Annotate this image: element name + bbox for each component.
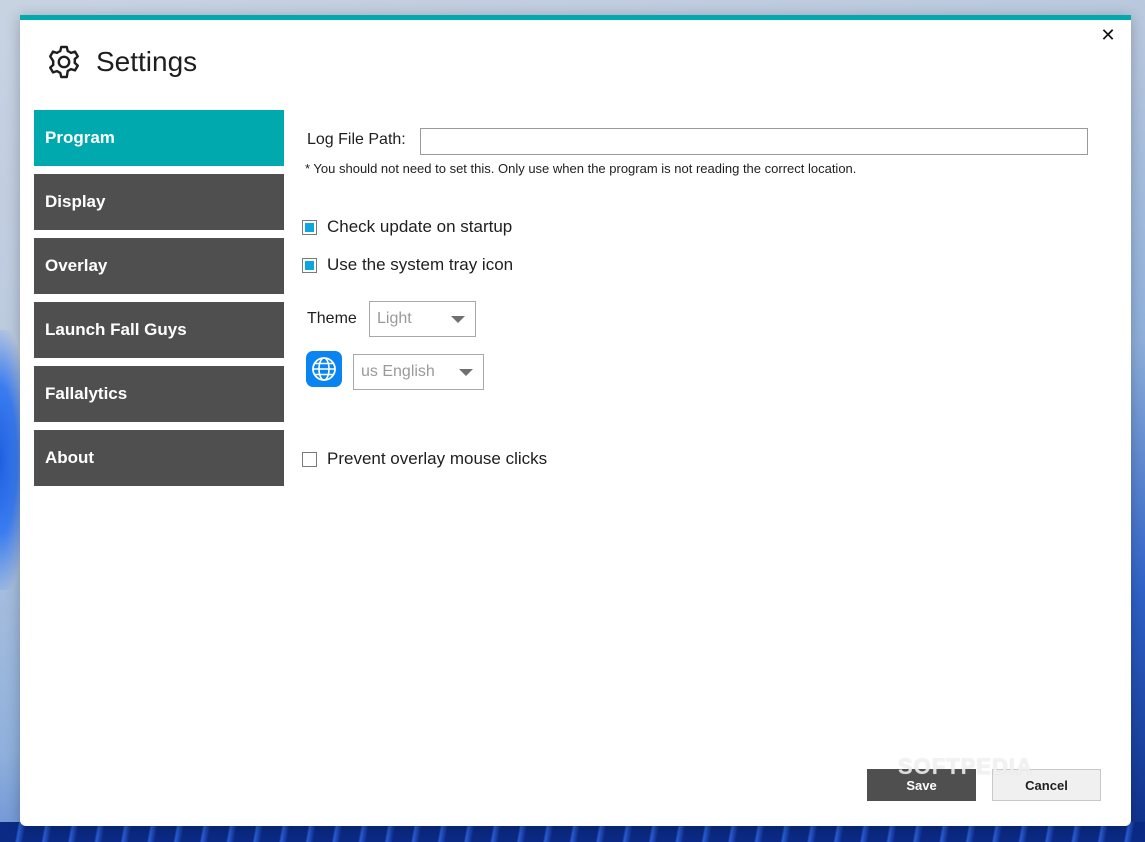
language-select-value: us English <box>361 363 435 380</box>
prevent-clicks-label[interactable]: Prevent overlay mouse clicks <box>327 449 547 469</box>
check-update-checkbox[interactable] <box>302 219 317 235</box>
chevron-down-icon <box>451 316 465 323</box>
chevron-down-icon <box>459 369 473 376</box>
sidebar-item-about[interactable]: About <box>34 430 284 486</box>
title-row: Settings <box>46 44 197 80</box>
check-update-row[interactable]: Check update on startup <box>302 217 512 237</box>
gear-icon <box>46 44 82 80</box>
settings-window: ✕ Settings Program Display Overlay Launc… <box>20 15 1131 826</box>
log-file-path-input[interactable] <box>420 128 1088 155</box>
language-select[interactable]: us English <box>353 354 484 390</box>
sidebar-item-program[interactable]: Program <box>34 110 284 166</box>
program-settings-panel: Log File Path: * You should not need to … <box>302 20 1131 826</box>
sidebar-item-fallalytics[interactable]: Fallalytics <box>34 366 284 422</box>
theme-select[interactable]: Light <box>369 301 476 337</box>
log-file-path-note: * You should not need to set this. Only … <box>305 161 857 176</box>
tray-icon-label[interactable]: Use the system tray icon <box>327 255 513 275</box>
theme-label: Theme <box>307 310 357 327</box>
tray-icon-checkbox[interactable] <box>302 257 317 273</box>
save-button[interactable]: Save <box>867 769 976 801</box>
sidebar-item-launch-fall-guys[interactable]: Launch Fall Guys <box>34 302 284 358</box>
checkbox-checked-mark <box>305 222 314 232</box>
theme-select-value: Light <box>377 310 412 327</box>
tray-icon-row[interactable]: Use the system tray icon <box>302 255 513 275</box>
settings-sidebar: Program Display Overlay Launch Fall Guys… <box>34 110 284 494</box>
prevent-clicks-row[interactable]: Prevent overlay mouse clicks <box>302 449 547 469</box>
sidebar-item-display[interactable]: Display <box>34 174 284 230</box>
page-title: Settings <box>96 46 198 77</box>
checkbox-checked-mark <box>305 260 314 270</box>
cancel-button[interactable]: Cancel <box>992 769 1101 801</box>
log-file-path-label: Log File Path: <box>307 131 406 148</box>
check-update-label[interactable]: Check update on startup <box>327 217 512 237</box>
globe-icon <box>306 351 342 387</box>
prevent-clicks-checkbox[interactable] <box>302 451 317 467</box>
sidebar-item-overlay[interactable]: Overlay <box>34 238 284 294</box>
